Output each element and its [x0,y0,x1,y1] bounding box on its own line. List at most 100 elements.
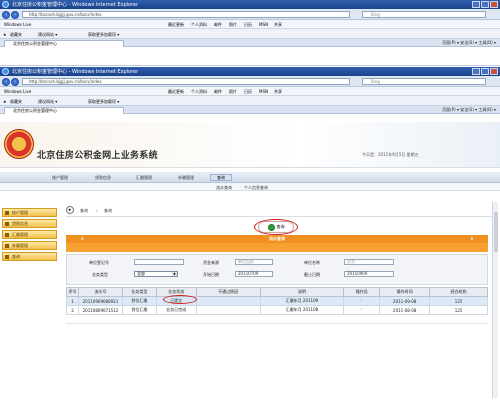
sidebar-item-supplementary[interactable]: 补缴管理 [2,241,57,250]
subnav-transaction-query[interactable]: 流水查询 [216,185,232,191]
window-title-2: 北京住房公积金管理中心 - Windows Internet Explorer [12,69,139,75]
windows-live-menu[interactable]: Windows Live [4,22,31,27]
maximize-button[interactable] [481,68,489,75]
table-cell: 2011-08-08 [379,305,431,315]
column-header: 序号 [66,287,79,297]
biz-type-label: 业务类型 [92,272,108,277]
arrow-down-icon: ↓ [469,236,474,242]
chevron-down-icon: ▼ [172,272,177,276]
table-footer [66,318,488,324]
unit-name-input[interactable]: 北京 [344,259,394,265]
calendar-link[interactable]: 日历 [244,89,252,95]
favorites-label[interactable]: 收藏夹 [10,32,22,38]
share-link[interactable]: 共享 [274,22,282,28]
msn-link[interactable]: MSN [259,22,268,27]
end-date-input[interactable]: 20110909 [344,271,394,277]
recent-updates-link[interactable]: 最近更新 [168,22,184,28]
column-header: 业务类型 [121,287,157,297]
addons-link[interactable]: 获取更多加载项 ▾ [88,99,119,105]
sidebar-item-query[interactable]: 查询 [2,252,57,261]
close-button[interactable] [490,68,498,75]
vertical-scrollbar[interactable] [492,202,498,398]
nav-query[interactable]: 查询 [210,174,232,181]
forward-icon[interactable]: › [11,11,19,19]
table-cell: 2 [66,305,79,315]
column-header: 说明 [259,287,345,297]
section-header: ↓ 流水查询 ↓ [66,235,488,243]
address-input[interactable]: http://bscsxh.bjgjj.gov.cn/bscs/index [22,11,350,18]
live-toolbar-2: Windows Live 最近更新 个人资料 邮件 照片 日历 MSN 共享 [0,87,500,96]
site-banner [0,122,500,168]
table-cell: 汇缴年月 201108 [259,305,345,315]
subnav-personal-query[interactable]: 个人信息查询 [244,185,268,191]
suggested-sites-link[interactable]: 建议网站 ▾ [38,32,57,38]
table-cell: 到位汇缴 [121,305,157,315]
maximize-button[interactable] [481,1,489,8]
start-date-input[interactable]: 20110709 [235,271,273,277]
folder-icon [5,233,9,237]
back-icon[interactable]: ‹ [2,11,10,19]
tab-strip-2: 北京住房公积金管理中心 页面(P) ▾ 安全(S) ▾ 工具(O) ▾ [0,106,500,114]
unit-name-label: 单位名称 [304,260,320,265]
command-bar[interactable]: 页面(P) ▾ 安全(S) ▾ 工具(O) ▾ [442,40,496,46]
browser-tab[interactable]: 北京住房公积金管理中心 [4,40,124,47]
table-cell: 20110809071512 [77,305,123,315]
nav-account-management[interactable]: 账户管理 [52,175,68,181]
profile-link[interactable]: 个人资料 [191,22,207,28]
address-input-2[interactable]: http://bscsxh.bjgjj.gov.cn/bscs/index [22,78,350,85]
column-header: 操作时间 [379,287,431,297]
breadcrumb-item-2[interactable]: 查询 [104,208,112,214]
profile-link[interactable]: 个人资料 [191,89,207,95]
recent-updates-link[interactable]: 最近更新 [168,89,184,95]
calendar-link[interactable]: 日历 [244,22,252,28]
fund-source-input[interactable]: 单位自存 [235,259,273,265]
sidebar-item-loan[interactable]: 贷款信息 [2,219,57,228]
unit-reg-label: 单位登记号 [89,260,109,265]
suggested-sites-link[interactable]: 建议网站 ▾ [38,99,57,105]
scrollbar-thumb[interactable] [494,212,498,252]
mail-link[interactable]: 邮件 [214,22,222,28]
table-row[interactable]: 2 20110809071512 到位汇缴 业务已完成 汇缴年月 201108 … [66,305,488,315]
folder-icon [5,255,9,259]
transaction-table: 序号 流水号 业务类型 业务状态 不通过原因 说明 操作员 操作时间 经办机构 … [66,287,488,315]
table-cell: 20110909088921 [77,296,123,306]
nav-supplementary[interactable]: 补缴管理 [178,175,194,181]
table-cell: ' [343,296,381,306]
msn-link[interactable]: MSN [259,89,268,94]
photos-link[interactable]: 照片 [229,89,237,95]
table-row[interactable]: 1 20110909088921 到位汇缴 已提交 汇缴年月 201109 ' … [66,296,488,306]
forward-icon[interactable]: › [11,78,19,86]
nav-loan-info[interactable]: 贷款信息 [95,175,111,181]
photos-link[interactable]: 照片 [229,22,237,28]
page-area-background [0,48,500,66]
sidebar-item-account[interactable]: 账户管理 [2,208,57,217]
mail-link[interactable]: 邮件 [214,89,222,95]
window-titlebar: 北京住房公积金管理中心 - Windows Internet Explorer [0,0,500,9]
column-header: 不通过原因 [195,287,261,297]
column-header: 流水号 [77,287,123,297]
nav-remittance[interactable]: 汇缴管理 [136,175,152,181]
breadcrumb-item-1[interactable]: 查询 [80,208,88,214]
sidebar-item-remittance[interactable]: 汇缴管理 [2,230,57,239]
close-button[interactable] [490,1,498,8]
search-input-2[interactable]: Bing [362,78,486,85]
favorites-label[interactable]: 收藏夹 [10,99,22,105]
minimize-button[interactable] [472,68,480,75]
window-controls-2 [472,68,498,75]
biz-type-select[interactable]: 全部 ▼ [134,271,178,277]
share-link[interactable]: 共享 [274,89,282,95]
unit-reg-input[interactable] [134,259,184,265]
search-input[interactable]: Bing [362,11,486,18]
addons-link[interactable]: 获取更多加载项 ▾ [88,32,119,38]
table-cell: 2011-09-08 [379,296,431,306]
date-text: 今天是：2011年9月5日 星期五 [362,152,419,157]
table-cell: 125 [429,296,488,306]
annotation-ellipse [163,295,197,304]
minimize-button[interactable] [472,1,480,8]
back-icon[interactable]: ‹ [2,78,10,86]
windows-live-menu[interactable]: Windows Live [4,89,31,94]
breadcrumb-separator: › [96,208,98,213]
browser-tab-2[interactable]: 北京住房公积金管理中心 [4,107,124,114]
table-cell: 到位汇缴 [121,296,157,306]
command-bar-2[interactable]: 页面(P) ▾ 安全(S) ▾ 工具(O) ▾ [442,107,496,113]
